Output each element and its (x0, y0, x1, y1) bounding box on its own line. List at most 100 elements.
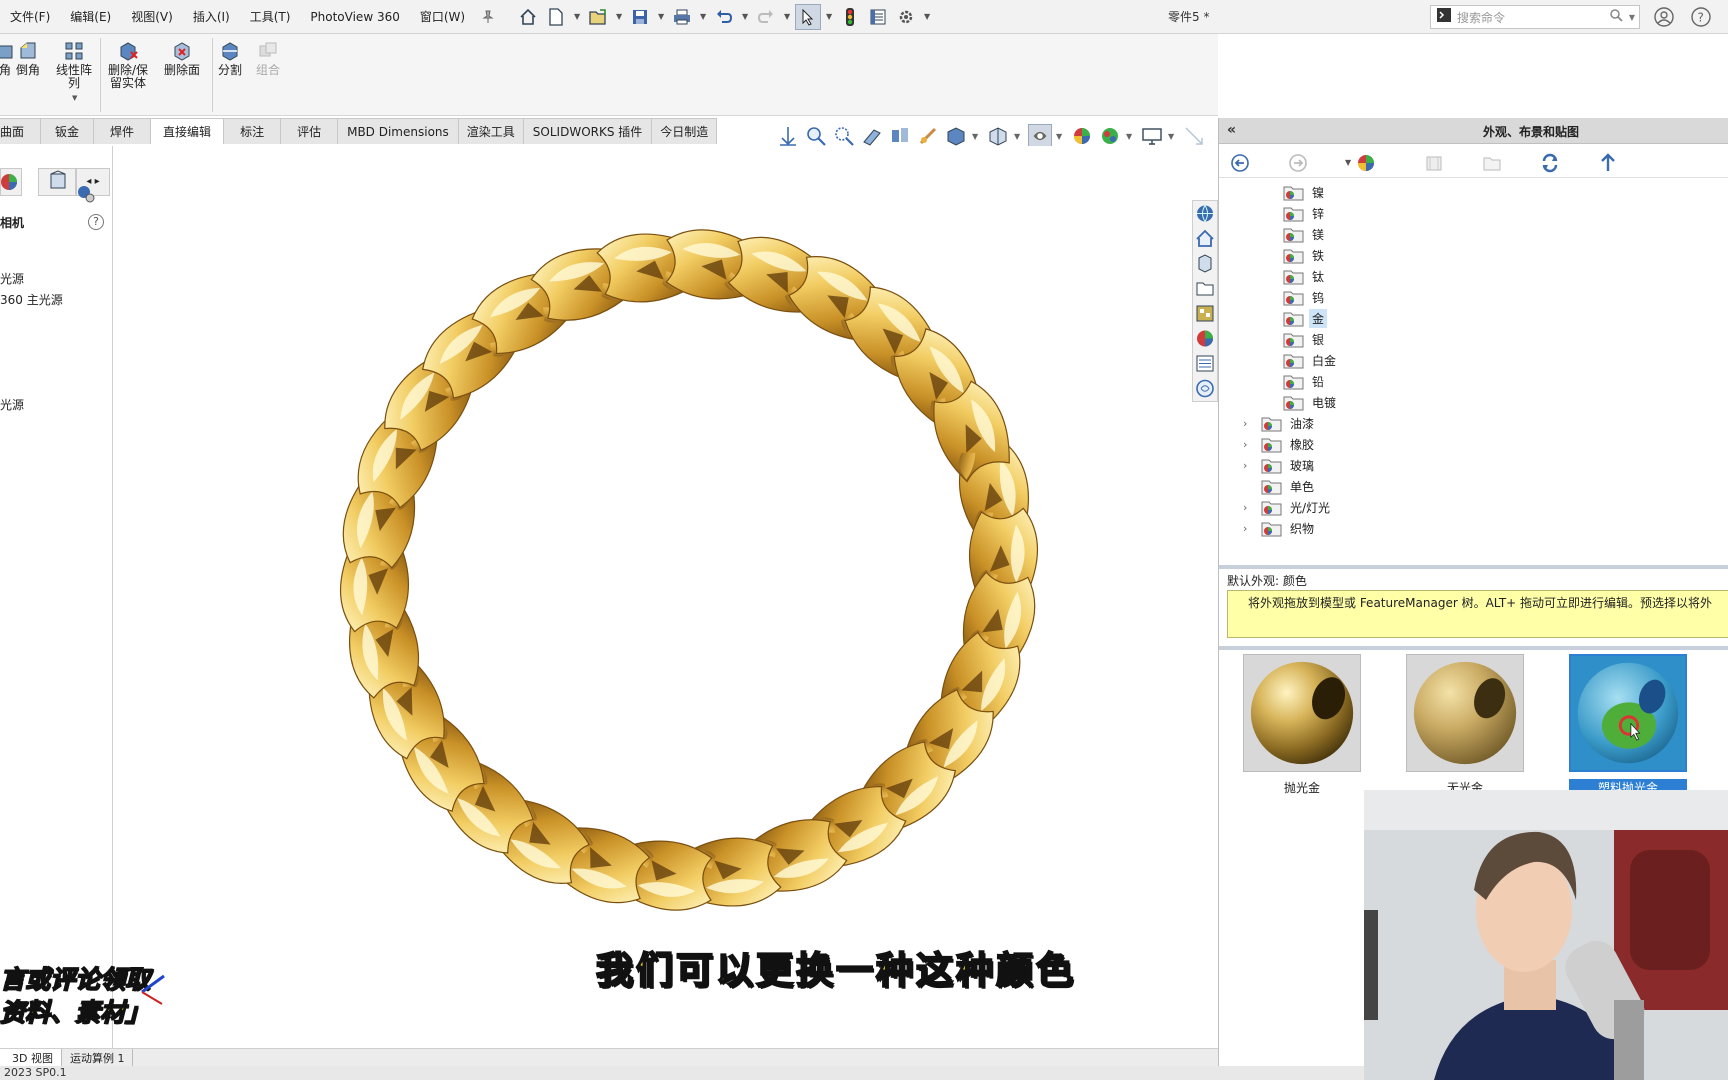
chevron-down-icon[interactable]: ▼ (823, 4, 835, 30)
chevron-down-icon[interactable]: ▼ (1168, 132, 1178, 141)
chevron-down-icon[interactable]: ▼ (739, 4, 751, 30)
back-arrow-icon[interactable] (1229, 152, 1251, 174)
refresh-icon[interactable] (1539, 152, 1561, 174)
tab-solidworks-addins[interactable]: SOLIDWORKS 插件 (523, 118, 653, 144)
pane-divider[interactable] (1219, 646, 1728, 650)
redo-icon[interactable] (753, 4, 779, 30)
linear-pattern-button[interactable]: 线性阵 列 (56, 40, 92, 90)
hide-show-items-icon[interactable] (986, 124, 1010, 148)
up-level-icon[interactable] (1597, 152, 1619, 174)
tab-surfaces[interactable]: 曲面 (0, 118, 42, 144)
combine-button[interactable]: 组合 (256, 40, 280, 77)
chevron-right-icon[interactable]: › (1243, 522, 1255, 535)
tab-display-manager[interactable] (0, 168, 22, 196)
tab-direct-editing[interactable]: 直接编辑 (151, 118, 225, 144)
view-settings-icon[interactable] (1098, 124, 1122, 148)
edit-appearance-icon[interactable] (1028, 124, 1052, 148)
user-account-icon[interactable] (1653, 6, 1675, 28)
home-icon[interactable] (1194, 228, 1216, 249)
tab-mbd-dimensions[interactable]: MBD Dimensions (338, 118, 459, 144)
tab-config-manager[interactable] (38, 168, 76, 196)
menu-file[interactable]: 文件(F) (0, 8, 60, 25)
menu-photoview[interactable]: PhotoView 360 (300, 10, 409, 24)
tree-item[interactable]: 电镀 (1265, 392, 1339, 413)
tab-motion-study-1[interactable]: 运动算例 1 (62, 1049, 134, 1066)
chevron-down-icon[interactable]: ▼ (72, 94, 77, 102)
previous-view-icon[interactable] (832, 124, 856, 148)
swatch-plastic-polished-gold[interactable]: 塑料抛光金 (1569, 654, 1687, 796)
chevron-down-icon[interactable]: ▼ (655, 4, 667, 30)
tree-item[interactable]: › 油漆 (1243, 413, 1317, 434)
tab-markup[interactable]: 标注 (224, 118, 282, 144)
print-icon[interactable] (669, 4, 695, 30)
file-properties-icon[interactable] (865, 4, 891, 30)
solidworks-forum-icon[interactable] (1194, 378, 1216, 399)
apply-scene-icon[interactable] (1070, 124, 1094, 148)
rebuild-traffic-light-icon[interactable] (837, 4, 863, 30)
split-button[interactable]: 分割 (218, 40, 242, 77)
tab-evaluate[interactable]: 评估 (281, 118, 339, 144)
tab-weldments[interactable]: 焊件 (94, 118, 152, 144)
chamfer-button[interactable]: 倒角 (16, 40, 40, 77)
swatch-matte-gold[interactable]: 无光金 (1406, 654, 1524, 795)
pin-icon[interactable] (475, 4, 501, 30)
view-palette-icon[interactable] (1194, 303, 1216, 324)
folder-icon[interactable] (1481, 152, 1503, 174)
gear-icon[interactable] (893, 4, 919, 30)
tree-item[interactable]: 金 (1265, 308, 1328, 329)
chevron-down-icon[interactable]: ▼ (1629, 13, 1639, 22)
save-icon[interactable] (627, 4, 653, 30)
light-item-1[interactable]: 光源 (0, 270, 24, 287)
display-style-icon[interactable] (944, 124, 968, 148)
collapse-pane-button[interactable]: « (1227, 122, 1236, 138)
partial-command-button[interactable]: 角 (0, 40, 16, 77)
chevron-down-icon[interactable]: ▼ (1056, 132, 1066, 141)
tree-item[interactable]: 钛 (1265, 266, 1327, 287)
tab-manufacture-today[interactable]: 今日制造 (652, 118, 718, 144)
home-icon[interactable] (515, 4, 541, 30)
menu-insert[interactable]: 插入(I) (183, 8, 240, 25)
select-cursor-icon[interactable] (795, 3, 822, 30)
tree-item[interactable]: 镁 (1265, 224, 1327, 245)
chevron-down-icon[interactable]: ▼ (613, 4, 625, 30)
search-commands-box[interactable]: 搜索命令 ▼ (1430, 5, 1640, 29)
chevron-down-icon[interactable]: ▼ (571, 4, 583, 30)
scene-lights-cameras-icon[interactable] (76, 184, 96, 208)
menu-edit[interactable]: 编辑(E) (60, 8, 121, 25)
add-to-library-icon[interactable] (1423, 152, 1445, 174)
open-icon[interactable] (585, 4, 611, 30)
menu-view[interactable]: 视图(V) (121, 8, 183, 25)
tree-item[interactable]: 银 (1265, 329, 1327, 350)
light-item-3[interactable]: 光源 (0, 396, 24, 413)
delete-face-button[interactable]: 删除面 (164, 40, 200, 77)
custom-properties-icon[interactable] (1194, 353, 1216, 374)
tree-item[interactable]: › 玻璃 (1243, 455, 1317, 476)
tree-item[interactable]: › 织物 (1243, 518, 1317, 539)
light-item-2[interactable]: 360 主光源 (0, 291, 63, 308)
view-orientation-icon[interactable] (916, 124, 940, 148)
chevron-right-icon[interactable]: › (1243, 417, 1255, 430)
chevron-down-icon[interactable]: ▼ (921, 4, 933, 30)
tree-item[interactable]: 单色 (1243, 476, 1317, 497)
tree-item[interactable]: › 光/灯光 (1243, 497, 1333, 518)
chevron-down-icon[interactable]: ▼ (1014, 132, 1024, 141)
zoom-to-fit-icon[interactable] (776, 124, 800, 148)
tab-sheet-metal[interactable]: 钣金 (41, 118, 95, 144)
help-icon[interactable]: ? (88, 214, 104, 230)
tree-item[interactable]: 铅 (1265, 371, 1327, 392)
chevron-right-icon[interactable]: › (1243, 438, 1255, 451)
delete-keep-body-button[interactable]: 删除/保 留实体 (108, 40, 148, 90)
tab-render-tools[interactable]: 渲染工具 (458, 118, 524, 144)
tab-3d-view[interactable]: 3D 视图 (0, 1049, 62, 1066)
new-document-icon[interactable] (543, 4, 569, 30)
expand-view-icon[interactable] (1182, 124, 1206, 148)
gold-ring-model[interactable] (113, 146, 1218, 1048)
swatch-polished-gold[interactable]: 抛光金 (1243, 654, 1361, 795)
help-icon[interactable]: ? (1690, 6, 1712, 28)
chevron-down-icon[interactable]: ▼ (972, 132, 982, 141)
zoom-to-area-icon[interactable] (804, 124, 828, 148)
chevron-down-icon[interactable]: ▼ (697, 4, 709, 30)
chevron-down-icon[interactable]: ▼ (1126, 132, 1136, 141)
file-explorer-icon[interactable] (1194, 278, 1216, 299)
parts-library-icon[interactable] (1194, 253, 1216, 274)
